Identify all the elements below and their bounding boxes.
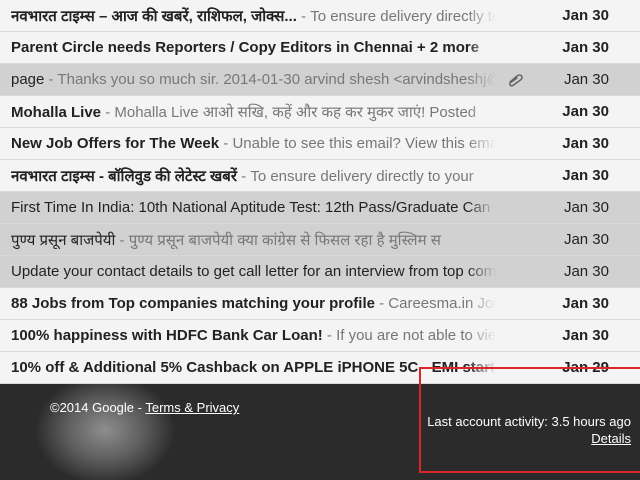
email-line: First Time In India: 10th National Aptit… bbox=[11, 199, 496, 216]
email-row[interactable]: पुण्य प्रसून बाजपेयी - पुण्य प्रसून बाजप… bbox=[0, 224, 640, 256]
email-row[interactable]: Update your contact details to get call … bbox=[0, 256, 640, 288]
email-date: Jan 30 bbox=[563, 231, 609, 248]
email-subject: Update your contact details to get call … bbox=[11, 263, 496, 280]
email-snippet: - If you are not able to view bbox=[322, 327, 496, 344]
email-subject: New Job Offers for The Week bbox=[11, 135, 220, 152]
email-date: Jan 30 bbox=[563, 199, 609, 216]
email-date: Jan 30 bbox=[563, 263, 609, 280]
email-snippet: - Unable to see this email? View this em… bbox=[219, 135, 496, 152]
email-line: नवभारत टाइम्स – आज की खबरें, राशिफल, जोक… bbox=[11, 6, 496, 26]
email-date: Jan 30 bbox=[562, 103, 609, 120]
email-line: Mohalla Live - Mohalla Live आओ सखि, कहें… bbox=[11, 102, 496, 122]
email-row[interactable]: page - Thanks you so much sir. 2014-01-3… bbox=[0, 64, 640, 96]
email-row[interactable]: Parent Circle needs Reporters / Copy Edi… bbox=[0, 32, 640, 64]
footer-copyright: ©2014 Google - Terms & Privacy bbox=[50, 400, 239, 415]
email-snippet: - To ensure delivery directly to your in… bbox=[301, 7, 496, 25]
copyright-text: ©2014 Google - bbox=[50, 400, 146, 415]
email-line: Parent Circle needs Reporters / Copy Edi… bbox=[11, 39, 496, 56]
email-list: नवभारत टाइम्स – आज की खबरें, राशिफल, जोक… bbox=[0, 0, 640, 384]
email-row[interactable]: नवभारत टाइम्स – आज की खबरें, राशिफल, जोक… bbox=[0, 0, 640, 32]
email-row[interactable]: Mohalla Live - Mohalla Live आओ सखि, कहें… bbox=[0, 96, 640, 128]
email-line: 88 Jobs from Top companies matching your… bbox=[11, 295, 496, 312]
email-line: 100% happiness with HDFC Bank Car Loan! … bbox=[11, 327, 496, 344]
email-date: Jan 30 bbox=[562, 295, 609, 312]
email-subject: 100% happiness with HDFC Bank Car Loan! bbox=[11, 327, 323, 344]
email-line: Update your contact details to get call … bbox=[11, 263, 496, 280]
email-date: Jan 30 bbox=[563, 71, 609, 88]
email-line: पुण्य प्रसून बाजपेयी - पुण्य प्रसून बाजप… bbox=[11, 230, 496, 250]
email-subject: Parent Circle needs Reporters / Copy Edi… bbox=[11, 39, 480, 56]
email-snippet: - Mohalla Live आओ सखि, कहें और कह कर मुक… bbox=[101, 103, 477, 121]
email-date: Jan 30 bbox=[562, 167, 609, 184]
email-line: नवभारत टाइम्स - बॉलिवुड की लेटेस्ट खबरें… bbox=[11, 166, 496, 186]
email-snippet: - Thanks you so much sir. 2014-01-30 arv… bbox=[44, 71, 496, 88]
email-row[interactable]: New Job Offers for The Week - Unable to … bbox=[0, 128, 640, 160]
email-row[interactable]: First Time In India: 10th National Aptit… bbox=[0, 192, 640, 224]
email-subject: page bbox=[11, 71, 45, 88]
email-subject: 88 Jobs from Top companies matching your… bbox=[11, 295, 375, 312]
email-date: Jan 30 bbox=[562, 39, 609, 56]
email-row[interactable]: 88 Jobs from Top companies matching your… bbox=[0, 288, 640, 320]
email-subject: पुण्य प्रसून बाजपेयी bbox=[11, 231, 116, 249]
email-snippet: - Careesma.in Jobs bbox=[374, 295, 496, 312]
email-line: New Job Offers for The Week - Unable to … bbox=[11, 135, 496, 152]
email-snippet: - To ensure delivery directly to your bbox=[236, 167, 474, 185]
email-date: Jan 30 bbox=[562, 7, 609, 24]
email-line: page - Thanks you so much sir. 2014-01-3… bbox=[11, 71, 496, 88]
email-subject: नवभारत टाइम्स - बॉलिवुड की लेटेस्ट खबरें bbox=[11, 167, 237, 185]
email-row[interactable]: 100% happiness with HDFC Bank Car Loan! … bbox=[0, 320, 640, 352]
paperclip-icon bbox=[509, 74, 523, 87]
terms-privacy-link[interactable]: Terms & Privacy bbox=[145, 400, 239, 415]
highlight-box bbox=[419, 367, 640, 473]
email-snippet: - पुण्य प्रसून बाजपेयी क्या कांग्रेस से … bbox=[115, 231, 441, 249]
email-subject: First Time In India: 10th National Aptit… bbox=[11, 199, 491, 216]
email-subject: Mohalla Live bbox=[11, 103, 102, 121]
email-row[interactable]: नवभारत टाइम्स - बॉलिवुड की लेटेस्ट खबरें… bbox=[0, 160, 640, 192]
email-date: Jan 30 bbox=[562, 135, 609, 152]
email-date: Jan 30 bbox=[562, 327, 609, 344]
email-subject: नवभारत टाइम्स – आज की खबरें, राशिफल, जोक… bbox=[11, 7, 297, 25]
